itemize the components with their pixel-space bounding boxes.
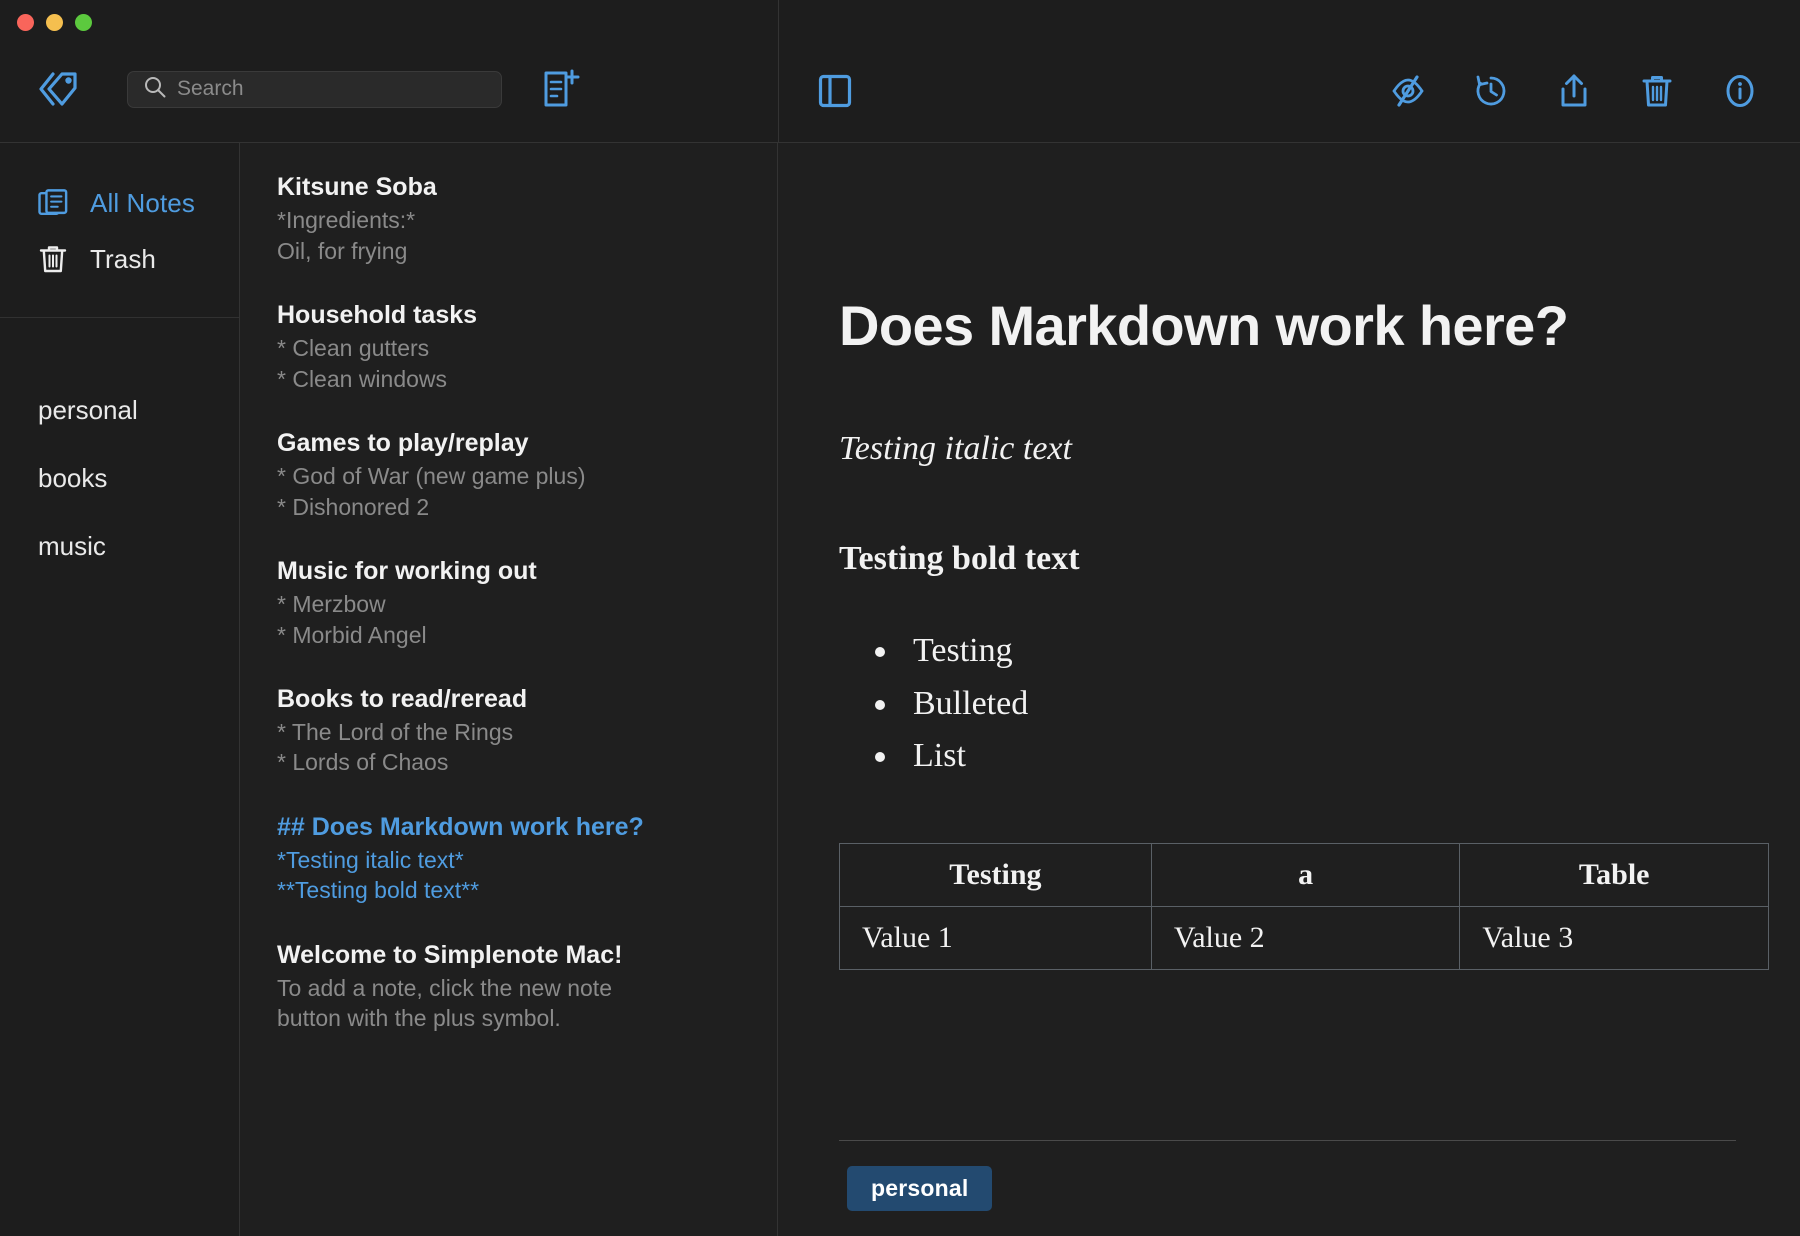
maximize-window-button[interactable] <box>75 14 92 31</box>
markdown-table: Testing a Table Value 1 Value 2 Value 3 <box>839 843 1769 971</box>
sidebar-toggle-icon[interactable] <box>811 67 859 115</box>
toolbar-right-section <box>779 0 1800 142</box>
note-preview-line: * Merzbow <box>277 591 386 618</box>
table-cell: Value 2 <box>1150 906 1461 971</box>
sidebar-tag-label: books <box>38 462 108 493</box>
note-editor[interactable]: Does Markdown work here? Testing italic … <box>778 143 1800 1236</box>
bulleted-list: Testing Bulleted List <box>839 625 1740 783</box>
sidebar-item-all-notes[interactable]: All Notes <box>0 175 239 231</box>
list-item: Testing <box>901 625 1740 678</box>
toolbar-action-group <box>1384 67 1764 115</box>
table-header-cell: a <box>1150 843 1461 908</box>
note-preview-line: * Morbid Angel <box>277 621 427 648</box>
note-title: ## Does Markdown work here? <box>277 812 644 841</box>
note-preview-line: button with the plus symbol. <box>277 1005 561 1032</box>
note-title: Books to read/reread <box>277 684 528 713</box>
clock-revert-icon[interactable] <box>1467 67 1515 115</box>
note-preview-line: * Clean gutters <box>277 335 430 362</box>
table-row: Value 1 Value 2 Value 3 <box>839 906 1769 971</box>
main-content: All Notes Trash personal books music Kit… <box>0 143 1800 1236</box>
note-list-item[interactable]: Household tasks * Clean gutters * Clean … <box>240 297 777 394</box>
note-list-item[interactable]: Books to read/reread * The Lord of the R… <box>240 681 777 778</box>
note-preview-line: * Clean windows <box>277 365 448 392</box>
markdown-preview: Does Markdown work here? Testing italic … <box>839 143 1769 971</box>
sidebar-tags-section: personal books music <box>0 318 239 580</box>
table-body: Value 1 Value 2 Value 3 <box>839 906 1769 971</box>
note-preview-line: * Lords of Chaos <box>277 749 449 776</box>
list-item: List <box>901 730 1740 783</box>
note-title: Kitsune Soba <box>277 173 437 201</box>
window-controls[interactable] <box>17 14 92 31</box>
sidebar-tag-label: personal <box>38 394 138 425</box>
sidebar-tag-personal[interactable]: personal <box>0 376 239 444</box>
search-field-wrapper[interactable] <box>127 70 502 108</box>
sidebar-tag-label: music <box>38 530 106 561</box>
simplenote-window: All Notes Trash <box>0 0 1800 1236</box>
note-list-item-selected[interactable]: ## Does Markdown work here? *Testing ita… <box>240 809 777 906</box>
search-input[interactable] <box>177 77 491 101</box>
sidebar-nav-section: All Notes Trash <box>0 143 239 318</box>
sidebar-tag-music[interactable]: music <box>0 512 239 580</box>
table-header-row: Testing a Table <box>839 843 1769 908</box>
note-preview-line: * God of War (new game plus) <box>277 463 586 490</box>
table-cell: Value 3 <box>1459 906 1769 971</box>
search-icon <box>143 75 167 104</box>
note-list-item[interactable]: Music for working out * Merzbow * Morbid… <box>240 553 777 650</box>
note-list-item[interactable]: Kitsune Soba *Ingredients:* Oil, for fry… <box>240 169 777 266</box>
note-title: Welcome to Simplenote Mac! <box>277 940 623 969</box>
note-preview-line: *Ingredients:* <box>277 207 416 234</box>
toolbar-left-section <box>0 0 779 142</box>
editor-scroll-area[interactable]: Does Markdown work here? Testing italic … <box>778 143 1800 1140</box>
sidebar-item-label: All Notes <box>90 187 195 218</box>
sidebar: All Notes Trash personal books music <box>0 143 240 1236</box>
note-list-item[interactable]: Welcome to Simplenote Mac! To add a note… <box>240 937 777 1034</box>
new-note-icon[interactable] <box>542 69 580 109</box>
note-title: Household tasks <box>277 300 478 329</box>
note-title: Games to play/replay <box>277 428 529 457</box>
bold-paragraph: Testing bold text <box>839 539 1080 577</box>
sidebar-item-trash[interactable]: Trash <box>0 231 239 287</box>
eye-off-icon[interactable] <box>1384 67 1432 115</box>
trash-icon <box>38 244 68 274</box>
window-toolbar <box>0 0 1800 143</box>
note-preview-line: Oil, for frying <box>277 237 408 264</box>
note-tag-bar: personal <box>839 1140 1736 1236</box>
table-cell: Value 1 <box>839 906 1152 971</box>
note-preview-line: **Testing bold text** <box>277 877 480 904</box>
tags-icon[interactable] <box>27 72 89 106</box>
note-list-item[interactable]: Games to play/replay * God of War (new g… <box>240 425 777 522</box>
info-circle-icon[interactable] <box>1716 67 1764 115</box>
note-list[interactable]: Kitsune Soba *Ingredients:* Oil, for fry… <box>240 143 778 1236</box>
table-head: Testing a Table <box>839 843 1769 908</box>
trash-icon[interactable] <box>1633 67 1681 115</box>
search-box[interactable] <box>127 70 502 108</box>
share-upload-icon[interactable] <box>1550 67 1598 115</box>
note-preview-line: * Dishonored 2 <box>277 493 430 520</box>
note-heading: Does Markdown work here? <box>839 294 1569 357</box>
list-item: Bulleted <box>901 678 1740 731</box>
sidebar-item-label: Trash <box>90 243 156 274</box>
minimize-window-button[interactable] <box>46 14 63 31</box>
note-preview-line: To add a note, click the new note <box>277 975 612 1002</box>
sidebar-tag-books[interactable]: books <box>0 444 239 512</box>
italic-paragraph: Testing italic text <box>839 429 1072 467</box>
note-tag-chip[interactable]: personal <box>847 1166 993 1211</box>
note-title: Music for working out <box>277 556 537 585</box>
all-notes-icon <box>38 188 68 218</box>
close-window-button[interactable] <box>17 14 34 31</box>
table-header-cell: Table <box>1459 843 1769 908</box>
note-preview-line: * The Lord of the Rings <box>277 719 514 746</box>
note-preview-line: *Testing italic text* <box>277 847 464 874</box>
table-header-cell: Testing <box>839 843 1152 908</box>
